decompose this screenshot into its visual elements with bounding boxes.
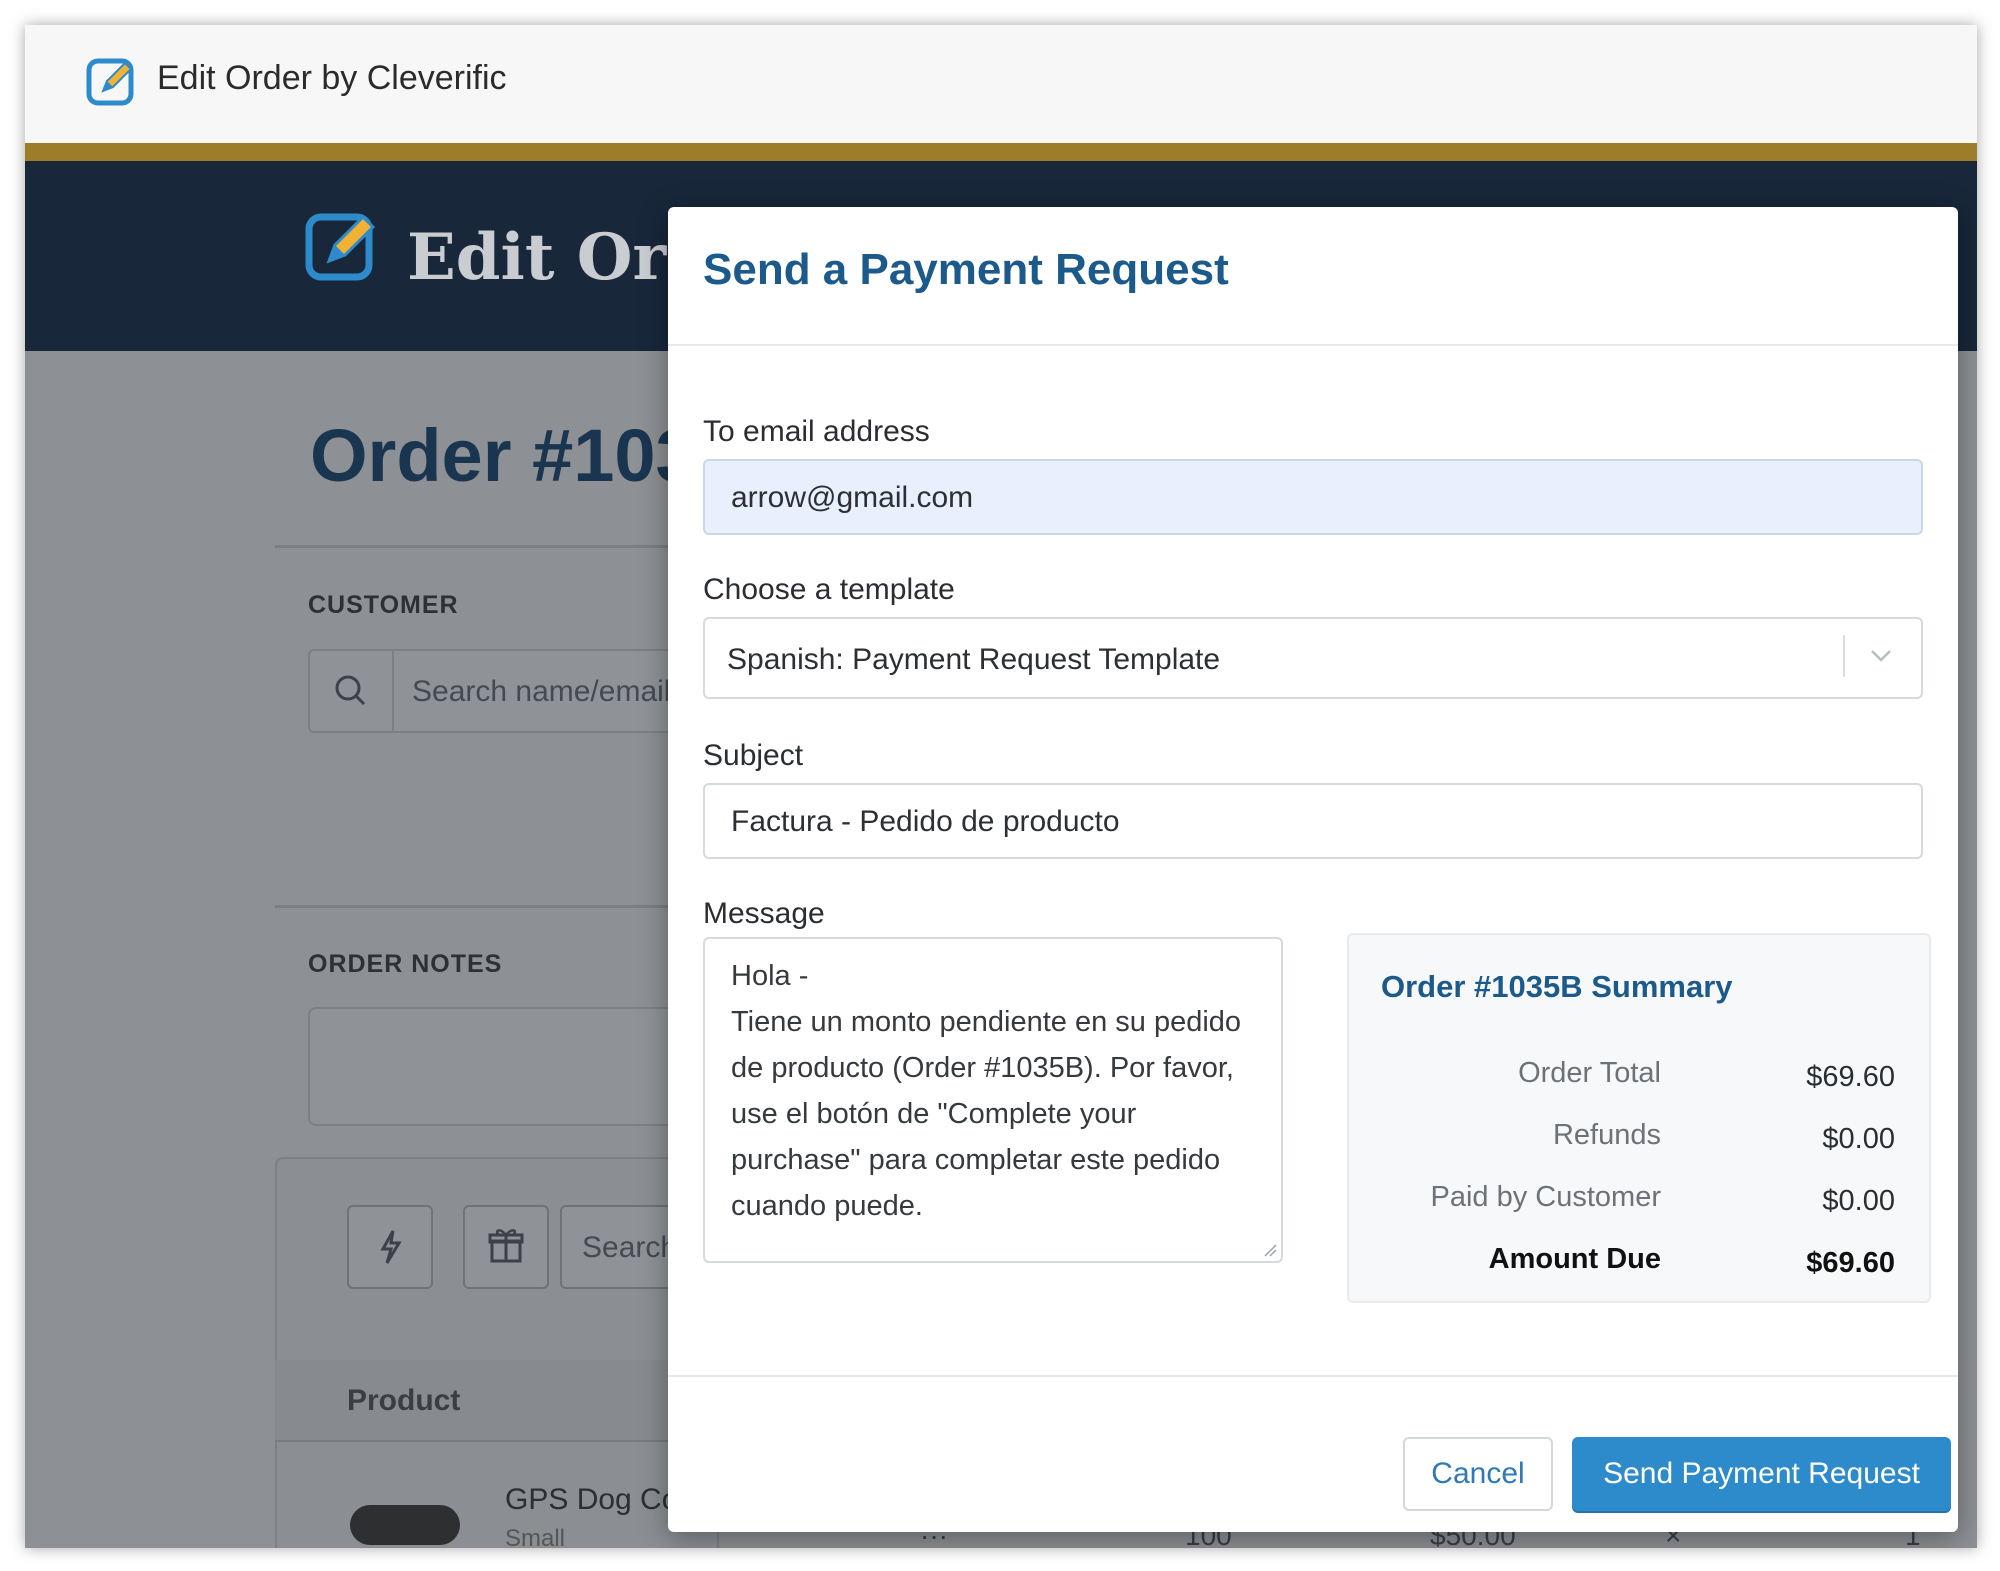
gift-button[interactable] bbox=[463, 1205, 549, 1289]
modal-title: Send a Payment Request bbox=[703, 245, 1229, 294]
template-select[interactable]: Spanish: Payment Request Template bbox=[703, 617, 1923, 699]
edit-order-header-logo-icon bbox=[305, 213, 376, 281]
summary-label: Amount Due bbox=[1488, 1243, 1661, 1275]
message-text: Hola - Tiene un monto pendiente en su pe… bbox=[731, 960, 1242, 1222]
product-column-header: Product bbox=[347, 1384, 461, 1417]
chevron-down-icon bbox=[1871, 650, 1891, 662]
divider bbox=[275, 545, 695, 548]
app-bar: Edit Order by Cleverific bbox=[25, 25, 1977, 143]
summary-title: Order #1035B Summary bbox=[1381, 969, 1733, 1004]
order-summary-panel: Order #1035B Summary Order Total $69.60 … bbox=[1347, 933, 1931, 1303]
product-variant: Small bbox=[505, 1525, 566, 1548]
email-value: arrow@gmail.com bbox=[731, 481, 974, 514]
app-title: Edit Order by Cleverific bbox=[157, 59, 507, 97]
customer-section-label: CUSTOMER bbox=[308, 591, 459, 619]
summary-label: Paid by Customer bbox=[1430, 1181, 1662, 1213]
payment-request-modal: Send a Payment Request To email address … bbox=[668, 207, 1958, 1532]
subject-label: Subject bbox=[703, 739, 804, 772]
summary-value: $0.00 bbox=[1822, 1123, 1895, 1155]
message-label: Message bbox=[703, 897, 825, 930]
template-value: Spanish: Payment Request Template bbox=[727, 643, 1221, 676]
send-payment-request-button[interactable]: Send Payment Request bbox=[1572, 1437, 1951, 1511]
summary-value: $0.00 bbox=[1822, 1185, 1895, 1217]
product-search-placeholder: Search bbox=[582, 1231, 678, 1264]
summary-row-refunds: Refunds $0.00 bbox=[1349, 1119, 1929, 1159]
customer-search-field[interactable]: Search name/email bbox=[308, 649, 712, 733]
order-notes-field[interactable] bbox=[308, 1007, 712, 1126]
customer-search-placeholder: Search name/email bbox=[412, 675, 671, 708]
subject-value: Factura - Pedido de producto bbox=[731, 805, 1120, 838]
app-window: Edit Order by Cleverific Edit Order Orde… bbox=[25, 25, 1977, 1548]
summary-row-amount-due: Amount Due $69.60 bbox=[1349, 1243, 1929, 1283]
gift-icon bbox=[488, 1229, 524, 1263]
email-label: To email address bbox=[703, 415, 930, 448]
quick-action-button[interactable] bbox=[347, 1205, 433, 1289]
select-separator bbox=[1843, 635, 1845, 677]
modal-header-divider bbox=[668, 344, 1958, 346]
customer-search-button[interactable] bbox=[310, 651, 394, 731]
summary-row-paid-by-customer: Paid by Customer $0.00 bbox=[1349, 1181, 1929, 1221]
summary-label: Order Total bbox=[1518, 1057, 1661, 1089]
message-textarea[interactable]: Hola - Tiene un monto pendiente en su pe… bbox=[703, 937, 1283, 1263]
edit-order-logo-icon bbox=[86, 58, 134, 106]
amount-due-value: $69.60 bbox=[1806, 1247, 1895, 1279]
modal-footer-divider bbox=[668, 1375, 1958, 1377]
cancel-button[interactable]: Cancel bbox=[1403, 1437, 1553, 1511]
summary-value: $69.60 bbox=[1806, 1061, 1895, 1093]
product-table-header: Product bbox=[275, 1360, 715, 1442]
order-notes-label: ORDER NOTES bbox=[308, 950, 503, 978]
summary-label: Refunds bbox=[1552, 1119, 1661, 1151]
divider bbox=[275, 905, 695, 908]
summary-row-order-total: Order Total $69.60 bbox=[1349, 1057, 1929, 1097]
email-field[interactable]: arrow@gmail.com bbox=[703, 459, 1923, 535]
gold-accent-bar bbox=[25, 143, 1977, 161]
search-icon bbox=[335, 675, 366, 706]
lightning-icon bbox=[380, 1230, 402, 1264]
subject-field[interactable]: Factura - Pedido de producto bbox=[703, 783, 1923, 859]
product-thumbnail bbox=[350, 1505, 460, 1545]
resize-handle-icon[interactable] bbox=[1261, 1241, 1277, 1257]
template-label: Choose a template bbox=[703, 573, 955, 606]
